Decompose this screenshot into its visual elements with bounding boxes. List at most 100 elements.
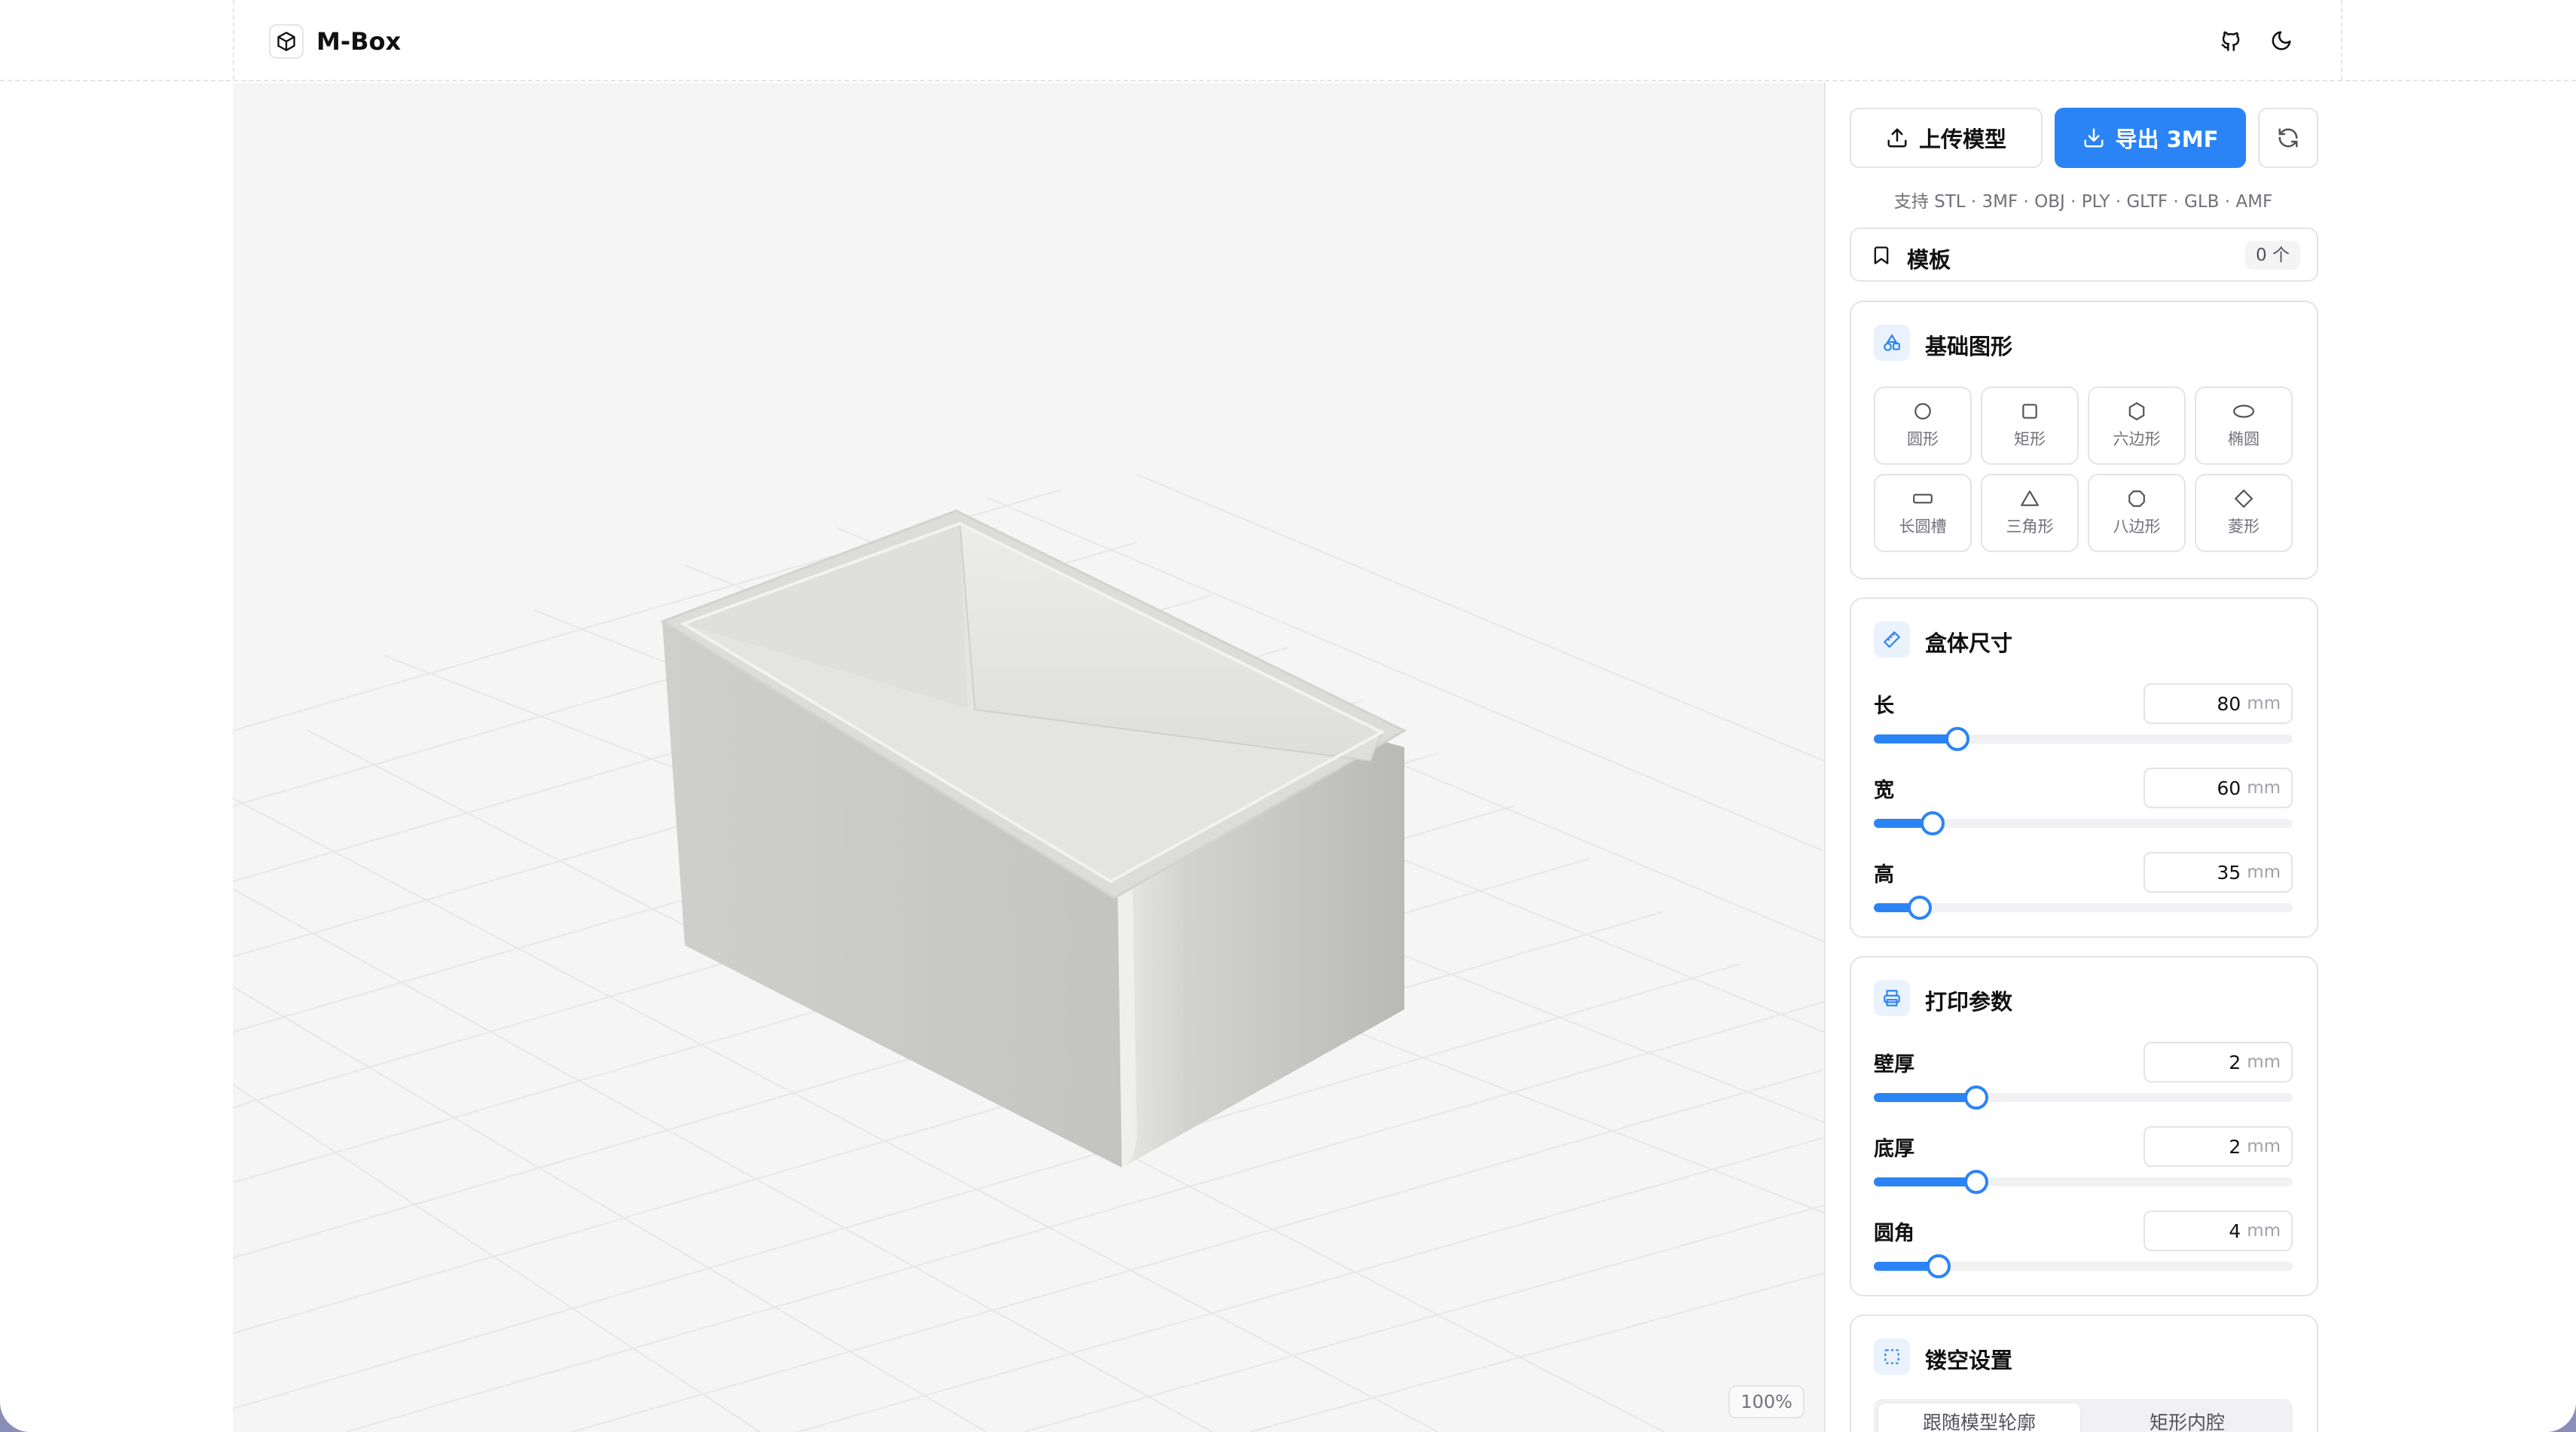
- wall-thickness-unit: mm: [2247, 1052, 2281, 1072]
- slider-thumb[interactable]: [1908, 896, 1933, 920]
- print-title: 打印参数: [1925, 989, 2013, 1015]
- shape-circle-button[interactable]: 圆形: [1874, 386, 1972, 465]
- shape-slot-button[interactable]: 长圆槽: [1874, 474, 1972, 552]
- length-unit: mm: [2247, 694, 2281, 713]
- bottom-thickness-label: 底厚: [1874, 1137, 1914, 1161]
- corner-radius-unit: mm: [2247, 1221, 2281, 1241]
- print-params-card: 打印参数 壁厚 2 mm 底厚 2 mm 圆角 4 mm: [1850, 956, 2318, 1296]
- slider-thumb[interactable]: [1945, 727, 1970, 751]
- shapes-title: 基础图形: [1925, 334, 2013, 359]
- wall-thickness-label: 壁厚: [1874, 1053, 1914, 1076]
- slider-fill: [1874, 1093, 1977, 1102]
- shapes-icon: [1874, 325, 1910, 361]
- bookmark-icon: [1871, 244, 1892, 270]
- templates-count-text: 0 个: [2256, 246, 2290, 265]
- ruler-icon: [1874, 621, 1910, 658]
- width-value: 60: [2217, 777, 2241, 799]
- octagon-icon: [2128, 490, 2145, 507]
- shape-label: 八边形: [2113, 518, 2161, 536]
- shape-hexagon-button[interactable]: 六边形: [2088, 386, 2186, 465]
- width-unit: mm: [2247, 778, 2281, 798]
- height-value: 35: [2217, 861, 2241, 884]
- dashed-square-icon: [1874, 1339, 1910, 1375]
- upload-model-button[interactable]: 上传模型: [1850, 108, 2043, 168]
- diamond-icon: [2234, 489, 2254, 508]
- download-icon: [2084, 128, 2104, 148]
- shape-ellipse-button[interactable]: 椭圆: [2195, 386, 2293, 465]
- basic-shapes-card: 基础图形 圆形 矩形 六边形 椭圆 长圆槽 三角形 八边形 菱形: [1850, 301, 2318, 579]
- dimensions-title: 盒体尺寸: [1925, 631, 2013, 656]
- export-3mf-button[interactable]: 导出 3MF: [2055, 108, 2246, 168]
- shape-diamond-button[interactable]: 菱形: [2195, 474, 2293, 552]
- shape-label: 菱形: [2228, 518, 2260, 536]
- slider-thumb[interactable]: [1927, 1254, 1951, 1278]
- export-label: 导出 3MF: [2115, 127, 2219, 152]
- height-slider[interactable]: [1874, 896, 2293, 920]
- bottom-thickness-input[interactable]: 2 mm: [2144, 1126, 2293, 1167]
- app-window: M-Box 100% 上传模型 导出 3MF 支持 STL · 3MF · OB…: [0, 0, 2576, 1432]
- hollow-settings-card: 镂空设置 跟随模型轮廓 矩形内腔: [1850, 1314, 2318, 1432]
- templates-count: 0 个: [2245, 241, 2300, 270]
- length-value: 80: [2217, 692, 2241, 715]
- slider-thumb[interactable]: [1920, 811, 1945, 835]
- ellipse-icon: [2233, 405, 2254, 418]
- github-icon[interactable]: [2216, 26, 2246, 56]
- corner-radius-label: 圆角: [1874, 1222, 1914, 1245]
- upload-icon: [1887, 128, 1907, 148]
- shape-label: 圆形: [1907, 430, 1939, 448]
- hollow-mode-segmented: 跟随模型轮廓 矩形内腔: [1874, 1399, 2293, 1432]
- hollow-title: 镂空设置: [1925, 1348, 2013, 1373]
- circle-icon: [1914, 403, 1931, 420]
- shape-triangle-button[interactable]: 三角形: [1981, 474, 2079, 552]
- height-unit: mm: [2247, 863, 2281, 882]
- reset-button[interactable]: [2258, 108, 2318, 168]
- length-label: 长: [1874, 695, 1894, 718]
- shape-label: 矩形: [2014, 430, 2046, 448]
- height-input[interactable]: 35 mm: [2144, 852, 2293, 893]
- length-slider[interactable]: [1874, 727, 2293, 751]
- height-label: 高: [1874, 863, 1894, 887]
- slider-thumb[interactable]: [1964, 1170, 1989, 1194]
- square-icon: [2022, 404, 2037, 419]
- corner-radius-value: 4: [2229, 1220, 2241, 1242]
- box-dimensions-card: 盒体尺寸 长 80 mm 宽 60 mm 高 35 mm: [1850, 597, 2318, 938]
- tab-follow-contour[interactable]: 跟随模型轮廓: [1878, 1403, 2080, 1432]
- zoom-level-badge: 100%: [1728, 1385, 1804, 1418]
- triangle-icon: [2021, 490, 2039, 506]
- templates-row[interactable]: 模板 0 个: [1850, 227, 2318, 282]
- printer-icon: [1874, 980, 1910, 1016]
- moon-icon[interactable]: [2266, 26, 2296, 56]
- refresh-icon: [2278, 128, 2298, 148]
- shape-octagon-button[interactable]: 八边形: [2088, 474, 2186, 552]
- shape-rectangle-button[interactable]: 矩形: [1981, 386, 2079, 465]
- tab-rect-cavity[interactable]: 矩形内腔: [2086, 1403, 2288, 1432]
- 3d-viewport[interactable]: 100%: [233, 83, 1824, 1432]
- hexagon-icon: [2128, 402, 2145, 421]
- slider-thumb[interactable]: [1964, 1085, 1989, 1110]
- box-logo-icon: [269, 24, 304, 59]
- wall-thickness-value: 2: [2229, 1051, 2241, 1073]
- shape-label: 长圆槽: [1899, 518, 1947, 536]
- wall-thickness-slider[interactable]: [1874, 1085, 2293, 1110]
- bottom-thickness-unit: mm: [2247, 1137, 2281, 1156]
- bottom-thickness-value: 2: [2229, 1135, 2241, 1158]
- corner-radius-slider[interactable]: [1874, 1254, 2293, 1278]
- supported-formats: 支持 STL · 3MF · OBJ · PLY · GLTF · GLB · …: [1893, 192, 2273, 212]
- wall-thickness-input[interactable]: 2 mm: [2144, 1042, 2293, 1082]
- corner-radius-input[interactable]: 4 mm: [2144, 1211, 2293, 1251]
- width-label: 宽: [1874, 779, 1894, 802]
- box-model: [659, 509, 1407, 1168]
- grid-floor: [233, 474, 1824, 1432]
- slider-fill: [1874, 1177, 1977, 1186]
- width-input[interactable]: 60 mm: [2144, 768, 2293, 808]
- shape-label: 三角形: [2006, 518, 2054, 536]
- bottom-thickness-slider[interactable]: [1874, 1170, 2293, 1194]
- shape-label: 六边形: [2113, 430, 2161, 448]
- app-title: M-Box: [316, 27, 402, 56]
- upload-label: 上传模型: [1918, 127, 2006, 152]
- shape-label: 椭圆: [2228, 430, 2260, 448]
- templates-label: 模板: [1907, 247, 1951, 273]
- width-slider[interactable]: [1874, 811, 2293, 835]
- top-bar: M-Box: [0, 0, 2576, 81]
- length-input[interactable]: 80 mm: [2144, 683, 2293, 724]
